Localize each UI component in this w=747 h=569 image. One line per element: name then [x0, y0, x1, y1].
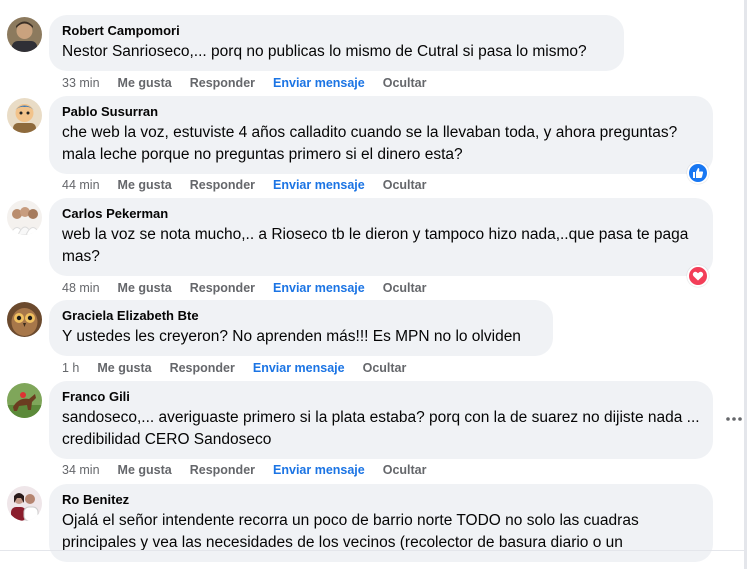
avatar-photo-man-icon: [7, 17, 42, 52]
comment-actions: 34 min Me gusta Responder Enviar mensaje…: [62, 462, 445, 478]
avatar[interactable]: [7, 383, 42, 418]
comment-bubble: Pablo Susurran che web la voz, estuviste…: [49, 96, 713, 174]
send-message-button[interactable]: Enviar mensaje: [273, 280, 365, 296]
like-button[interactable]: Me gusta: [118, 462, 172, 478]
viewport-bottom-divider: [0, 550, 747, 551]
comment-text: che web la voz, estuviste 4 años calladi…: [62, 124, 678, 163]
comment-actions: 33 min Me gusta Responder Enviar mensaje…: [62, 75, 445, 91]
avatar[interactable]: [7, 17, 42, 52]
comment-time[interactable]: 44 min: [62, 177, 100, 193]
comment-time[interactable]: 33 min: [62, 75, 100, 91]
hide-button[interactable]: Ocultar: [383, 75, 427, 91]
comment-time[interactable]: 34 min: [62, 462, 100, 478]
hide-button[interactable]: Ocultar: [383, 462, 427, 478]
comment-text: web la voz se nota mucho,.. a Rioseco tb…: [62, 226, 689, 265]
avatar[interactable]: [7, 486, 42, 521]
avatar[interactable]: [7, 98, 42, 133]
comment-bubble: Carlos Pekerman web la voz se nota mucho…: [49, 198, 713, 276]
comment-text: Nestor Sanrioseco,... porq no publicas l…: [62, 43, 587, 60]
comment-text: sandoseco,... averiguaste primero si la …: [62, 409, 700, 448]
comment-actions: 1 h Me gusta Responder Enviar mensaje Oc…: [62, 360, 424, 376]
like-reaction-icon[interactable]: [687, 162, 709, 184]
comment-bubble: Robert Campomori Nestor Sanrioseco,... p…: [49, 15, 624, 71]
love-reaction-icon[interactable]: [687, 265, 709, 287]
comment-actions: 48 min Me gusta Responder Enviar mensaje…: [62, 280, 445, 296]
comment-text: Y ustedes les creyeron? No aprenden más!…: [62, 328, 521, 345]
avatar[interactable]: [7, 200, 42, 235]
avatar[interactable]: [7, 302, 42, 337]
more-options-icon[interactable]: [724, 411, 744, 427]
reply-button[interactable]: Responder: [190, 462, 255, 478]
comment-author[interactable]: Graciela Elizabeth Bte: [62, 308, 541, 324]
send-message-button[interactable]: Enviar mensaje: [273, 177, 365, 193]
comment-text: Ojalá el señor intendente recorra un poc…: [62, 512, 639, 551]
like-button[interactable]: Me gusta: [97, 360, 151, 376]
reply-button[interactable]: Responder: [170, 360, 235, 376]
send-message-button[interactable]: Enviar mensaje: [253, 360, 345, 376]
avatar-photo-owl-icon: [7, 302, 42, 337]
hide-button[interactable]: Ocultar: [363, 360, 407, 376]
reply-button[interactable]: Responder: [190, 280, 255, 296]
avatar-photo-couple-icon: [7, 486, 42, 521]
reply-button[interactable]: Responder: [190, 177, 255, 193]
avatar-photo-group-icon: [7, 200, 42, 235]
comment-author[interactable]: Carlos Pekerman: [62, 206, 701, 222]
send-message-button[interactable]: Enviar mensaje: [273, 75, 365, 91]
comment-actions: 44 min Me gusta Responder Enviar mensaje…: [62, 177, 445, 193]
comment-author[interactable]: Pablo Susurran: [62, 104, 701, 120]
comment-author[interactable]: Robert Campomori: [62, 23, 612, 39]
reply-button[interactable]: Responder: [190, 75, 255, 91]
like-button[interactable]: Me gusta: [118, 75, 172, 91]
comment-time[interactable]: 1 h: [62, 360, 79, 376]
hide-button[interactable]: Ocultar: [383, 177, 427, 193]
comment-author[interactable]: Ro Benitez: [62, 492, 701, 508]
like-button[interactable]: Me gusta: [118, 280, 172, 296]
avatar-photo-cartoon-icon: [7, 98, 42, 133]
comment-author[interactable]: Franco Gili: [62, 389, 701, 405]
comment-bubble: Franco Gili sandoseco,... averiguaste pr…: [49, 381, 713, 459]
comment-time[interactable]: 48 min: [62, 280, 100, 296]
hide-button[interactable]: Ocultar: [383, 280, 427, 296]
send-message-button[interactable]: Enviar mensaje: [273, 462, 365, 478]
avatar-photo-horse-icon: [7, 383, 42, 418]
comment-bubble: Graciela Elizabeth Bte Y ustedes les cre…: [49, 300, 553, 356]
like-button[interactable]: Me gusta: [118, 177, 172, 193]
